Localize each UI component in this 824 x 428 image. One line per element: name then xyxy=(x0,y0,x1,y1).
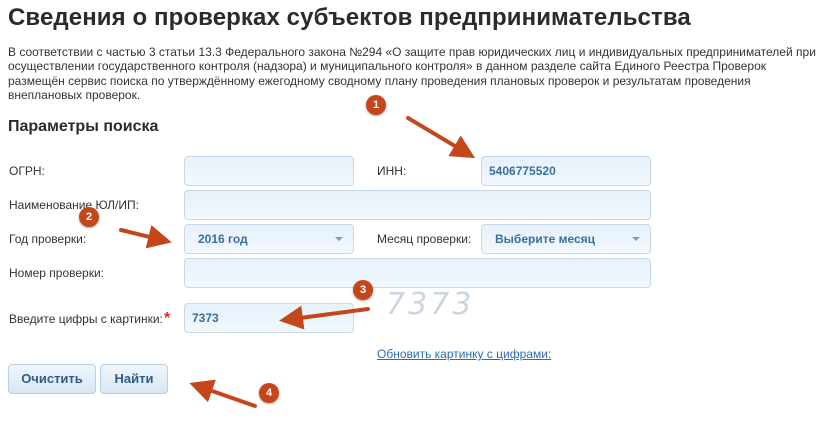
annotation-marker-2: 2 xyxy=(79,207,99,227)
annotation-arrows xyxy=(119,116,476,408)
arrow-2 xyxy=(119,225,172,249)
annotation-marker-1: 1 xyxy=(366,95,386,115)
arrow-4 xyxy=(189,379,257,408)
arrow-3 xyxy=(279,305,370,330)
arrow-1 xyxy=(406,116,476,159)
annotation-marker-4: 4 xyxy=(259,383,279,403)
annotation-marker-3: 3 xyxy=(353,280,373,300)
